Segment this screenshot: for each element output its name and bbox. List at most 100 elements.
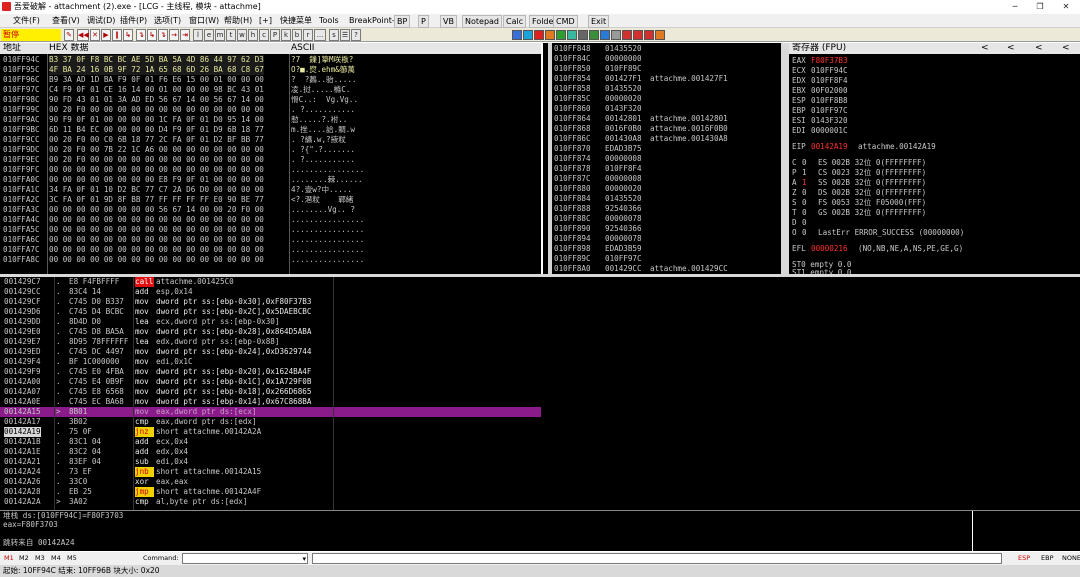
- dump-row-hex[interactable]: 00 20 F0 00 7B 22 1C A6 00 00 00 00 00 0…: [49, 145, 264, 155]
- menu-item[interactable]: 窗口(W): [189, 14, 219, 28]
- dump-row-hex[interactable]: B3 37 0F F8 BC BC AE 5D BA 5A 4D 86 44 9…: [49, 55, 264, 65]
- dump-row-hex[interactable]: 90 F9 0F 01 00 00 00 00 1C FA 0F 01 D0 9…: [49, 115, 264, 125]
- dump-row-ascii[interactable]: . ?...........: [291, 105, 375, 115]
- menu-item[interactable]: 调试(D): [87, 14, 115, 28]
- reg-arrow-1[interactable]: <: [981, 43, 989, 54]
- stack-value[interactable]: 92540366: [605, 204, 642, 214]
- stack-address[interactable]: 010FF858: [554, 84, 591, 94]
- dump-row-hex[interactable]: 6D 11 B4 EC 00 00 00 00 D4 F9 0F 01 D9 6…: [49, 125, 264, 135]
- stack-value[interactable]: 001429CC: [605, 264, 642, 274]
- dump-row-hex[interactable]: 00 20 F0 00 C0 6B 18 77 2C FA 0F 01 D2 B…: [49, 135, 264, 145]
- follow-option[interactable]: EBP: [1041, 552, 1054, 565]
- dump-row-address[interactable]: 010FFA1C: [3, 185, 40, 195]
- toolbar-button[interactable]: ⇥: [180, 29, 190, 41]
- dump-row-address[interactable]: 010FFA7C: [3, 245, 40, 255]
- dump-row-address[interactable]: 010FF9CC: [3, 135, 40, 145]
- flag-value[interactable]: 1: [802, 168, 807, 178]
- dump-row-ascii[interactable]: ................: [291, 215, 375, 225]
- toolbar-button[interactable]: s: [329, 29, 339, 41]
- stack-address[interactable]: 010FF850: [554, 64, 591, 74]
- stack-address[interactable]: 010FF890: [554, 224, 591, 234]
- stack-value[interactable]: 001430A8: [605, 134, 642, 144]
- memory-tab[interactable]: M3: [35, 552, 45, 565]
- toolbar-button[interactable]: t: [226, 29, 236, 41]
- disasm-address[interactable]: 001429E7: [4, 337, 41, 347]
- dump-row-address[interactable]: 010FFA5C: [3, 225, 40, 235]
- disasm-row[interactable]: 00142A2A >3A02 cmp al,byte ptr ds:[edx]: [0, 497, 541, 507]
- toolbar-button[interactable]: k: [281, 29, 291, 41]
- dump-row-ascii[interactable]: 凌.挝.....樤C.: [291, 85, 375, 95]
- flag-value[interactable]: 0: [802, 218, 807, 228]
- register-value[interactable]: F80F37B3: [811, 56, 848, 66]
- dump-row-address[interactable]: 010FF99C: [3, 105, 40, 115]
- dump-row-address[interactable]: 010FFA0C: [3, 175, 40, 185]
- toolbar-button[interactable]: ▶: [101, 29, 111, 41]
- dump-row-ascii[interactable]: ................: [291, 225, 375, 235]
- toolbar-color-icon[interactable]: [578, 30, 588, 40]
- stack-address[interactable]: 010FF880: [554, 184, 591, 194]
- memory-tab[interactable]: M4: [51, 552, 61, 565]
- follow-option[interactable]: ESP: [1018, 552, 1030, 565]
- menu-item[interactable]: 快捷菜单: [280, 14, 312, 28]
- dump-row-address[interactable]: 010FFA8C: [3, 255, 40, 265]
- toolbar-button[interactable]: ◀◀: [77, 29, 89, 41]
- stack-address[interactable]: 010FF870: [554, 144, 591, 154]
- disasm-row[interactable]: 00142A17. 3B02 cmp eax,dword ptr ds:[edx]: [0, 417, 541, 427]
- disasm-address[interactable]: 001429E0: [4, 327, 41, 337]
- flag-value[interactable]: 0: [802, 208, 807, 218]
- stack-address[interactable]: 010FF8A0: [554, 264, 591, 274]
- register-value[interactable]: 010FF8B8: [811, 96, 848, 106]
- plugin-button[interactable]: VB: [440, 15, 457, 28]
- stack-address[interactable]: 010FF878: [554, 164, 591, 174]
- register-value[interactable]: 010FF94C: [811, 66, 848, 76]
- disasm-address[interactable]: 001429CC: [4, 287, 41, 297]
- toolbar-color-icon[interactable]: [644, 30, 654, 40]
- disasm-row[interactable]: 001429C7. E8 F4FBFFFF call attachme.001425C…: [0, 277, 541, 287]
- disassembly-pane[interactable]: 001429C7. E8 F4FBFFFF call attachme.001425C…: [0, 277, 541, 510]
- disasm-row[interactable]: 001429DD. 8D4D D0 lea ecx,dword ptr ss:[ebp…: [0, 317, 541, 327]
- toolbar-button[interactable]: ↴: [136, 29, 146, 41]
- disasm-row[interactable]: 00142A15 >8B01 mov eax,dword ptr ds:[ecx]: [0, 407, 541, 417]
- plugin-button[interactable]: Calc: [503, 15, 527, 28]
- plugin-button[interactable]: BP: [394, 15, 411, 28]
- reg-arrow-3[interactable]: <: [1035, 43, 1043, 54]
- dump-row-hex[interactable]: 00 00 00 00 00 00 00 00 00 00 00 00 00 0…: [49, 235, 264, 245]
- disasm-address[interactable]: 00142A24: [4, 467, 41, 477]
- dump-row-hex[interactable]: 00 00 00 00 00 00 00 00 56 67 14 00 00 2…: [49, 205, 264, 215]
- dump-row-hex[interactable]: 00 20 F0 00 00 00 00 00 00 00 00 00 00 0…: [49, 155, 264, 165]
- disasm-row[interactable]: 001429E0. C745 D8 BA5A mov dword ptr ss:[eb…: [0, 327, 541, 337]
- toolbar-button[interactable]: m: [215, 29, 225, 41]
- toolbar-color-icon[interactable]: [534, 30, 544, 40]
- toolbar-color-icon[interactable]: [545, 30, 555, 40]
- memory-tab[interactable]: M5: [67, 552, 77, 565]
- toolbar-button[interactable]: r: [303, 29, 313, 41]
- stack-value[interactable]: 00000008: [605, 174, 642, 184]
- disasm-address[interactable]: 00142A00: [4, 377, 41, 387]
- toolbar-button[interactable]: ?: [351, 29, 361, 41]
- toolbar-button[interactable]: →: [169, 29, 179, 41]
- stack-address[interactable]: 010FF85C: [554, 94, 591, 104]
- toolbar-button[interactable]: ✎: [64, 29, 74, 41]
- dump-row-ascii[interactable]: m.挫....詥.賙.w: [291, 125, 375, 135]
- command-input[interactable]: ▾: [182, 553, 308, 564]
- menu-item[interactable]: [+]: [259, 14, 272, 28]
- stack-address[interactable]: 010FF84C: [554, 54, 591, 64]
- dump-pane[interactable]: 地址 HEX 数据 ASCII 010FF94C B3 37 0F F8 BC B…: [0, 43, 541, 274]
- dump-row-hex[interactable]: 00 00 00 00 00 00 00 00 00 00 00 00 00 0…: [49, 165, 264, 175]
- dump-row-hex[interactable]: 00 00 00 00 00 00 00 00 00 00 00 00 00 0…: [49, 215, 264, 225]
- dump-row-address[interactable]: 010FF9FC: [3, 165, 40, 175]
- dump-row-hex[interactable]: 00 00 00 00 00 00 00 00 00 00 00 00 00 0…: [49, 255, 264, 265]
- dump-row-ascii[interactable]: O?■.焤.ehm&篽萭: [291, 65, 375, 75]
- toolbar-button[interactable]: ✕: [90, 29, 100, 41]
- stack-address[interactable]: 010FF854: [554, 74, 591, 84]
- dump-row-ascii[interactable]: 4?.壹w?中.....: [291, 185, 375, 195]
- dump-row-address[interactable]: 010FF96C: [3, 75, 40, 85]
- toolbar-button[interactable]: ↳: [147, 29, 157, 41]
- registers-pane[interactable]: 寄存器 (FPU) < < < < EAX F80F37B3 ECX 010FF94C…: [789, 43, 1080, 274]
- disasm-row[interactable]: 00142A19. 75 0F jnz short attachme.00142A2A: [0, 427, 541, 437]
- close-button[interactable]: ✕: [1056, 0, 1076, 13]
- dump-row-ascii[interactable]: ?7 鏁]篫M咲梑?: [291, 55, 375, 65]
- toolbar-button[interactable]: ☰: [340, 29, 350, 41]
- disasm-row[interactable]: 001429ED. C745 DC 4497 mov dword ptr ss:[eb…: [0, 347, 541, 357]
- dump-col-ascii[interactable]: ASCII: [291, 43, 314, 54]
